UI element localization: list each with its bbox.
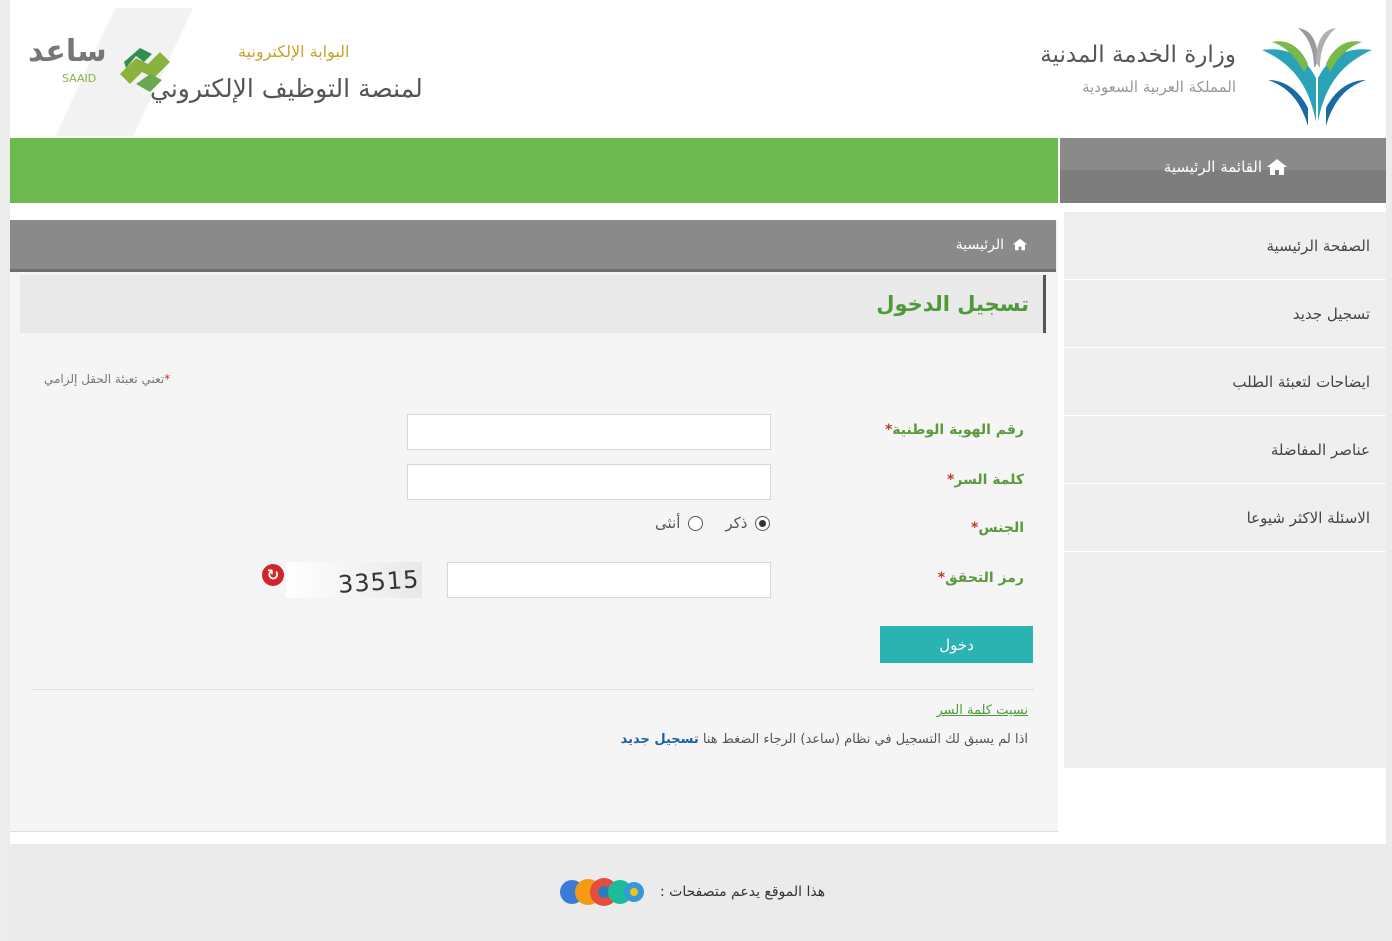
ministry-title: وزارة الخدمة المدنية [1040, 42, 1236, 68]
sidebar-item-home[interactable]: الصفحة الرئيسية [1064, 212, 1386, 280]
captcha-input[interactable] [447, 562, 771, 598]
national-id-label-text: رقم الهوية الوطنية [892, 422, 1024, 438]
gender-label-text: الجنس [978, 520, 1024, 536]
password-label-text: كلمة السر [954, 472, 1024, 488]
required-note: *تعني تعبئة الحقل إلزامي [44, 372, 170, 386]
captcha-image: 33515 [286, 562, 422, 599]
login-button[interactable]: دخول [880, 626, 1033, 663]
register-link[interactable]: تسجيل جديد [621, 732, 699, 747]
required-note-text: تعني تعبئة الحقل إلزامي [44, 372, 165, 386]
supported-browsers-text: هذا الموقع يدعم متصفحات : [660, 884, 826, 900]
ministry-palm-logo [1262, 28, 1372, 126]
register-hint: اذا لم يسبق لك التسجيل في نظام (ساعد) ال… [621, 732, 1028, 747]
saaid-arabic-wordmark: ساعد [28, 34, 107, 69]
required-asterisk: * [164, 372, 171, 386]
saaid-english-wordmark: SAAID [62, 72, 97, 85]
ministry-subtitle: المملكة العربية السعودية [1082, 78, 1236, 96]
captcha-code: 33515 [337, 565, 421, 599]
sidebar-item-instructions[interactable]: ايضاحات لتعبئة الطلب [1064, 348, 1386, 416]
forgot-password-link[interactable]: نسيت كلمة السر [937, 703, 1029, 718]
gender-female-radio[interactable] [688, 515, 704, 531]
sidebar-item-register[interactable]: تسجيل جديد [1064, 280, 1386, 348]
national-id-input[interactable] [407, 414, 771, 450]
captcha-label: رمز التحقق* [938, 570, 1024, 586]
main-menu-header-content: القائمة الرئيسية [1164, 158, 1288, 176]
site-footer: هذا الموقع يدعم متصفحات : [10, 844, 1386, 941]
portal-subtitle: البوابة الإلكترونية [238, 42, 350, 61]
sidebar-item-label: الاسئلة الاكثر شيوعا [1246, 508, 1370, 527]
divider [32, 689, 1034, 690]
main-menu-header[interactable]: القائمة الرئيسية [1060, 138, 1386, 203]
captcha-label-text: رمز التحقق [945, 570, 1024, 586]
browser-icons [560, 878, 644, 906]
gender-radio-group: ذكر أنثى [655, 514, 771, 532]
gender-male-label[interactable]: ذكر [725, 514, 747, 532]
breadcrumb: الرئيسية [10, 220, 1056, 272]
page-title-bar: تسجيل الدخول [20, 275, 1046, 333]
gender-male-radio[interactable] [755, 515, 771, 531]
site-header: ساعد SAAID البوابة الإلكترونية لمنصة الت… [10, 8, 1386, 136]
breadcrumb-home-icon[interactable] [1012, 238, 1028, 251]
breadcrumb-home-link[interactable]: الرئيسية [956, 237, 1004, 253]
gender-female-label[interactable]: أنثى [655, 514, 680, 532]
portal-title: لمنصة التوظيف الإلكتروني [150, 74, 423, 103]
password-input[interactable] [407, 464, 771, 500]
password-label: كلمة السر* [947, 472, 1024, 488]
home-icon [1267, 159, 1287, 175]
sidebar-item-label: الصفحة الرئيسية [1266, 236, 1371, 255]
sidebar-item-faq[interactable]: الاسئلة الاكثر شيوعا [1064, 484, 1386, 552]
main-menu-header-label: القائمة الرئيسية [1163, 158, 1262, 176]
login-panel: الرئيسية تسجيل الدخول *تعني تعبئة الحقل … [10, 220, 1058, 832]
register-hint-text: اذا لم يسبق لك التسجيل في نظام (ساعد) ال… [702, 732, 1028, 747]
sidebar-item-label: ايضاحات لتعبئة الطلب [1232, 372, 1370, 391]
page-title: تسجيل الدخول [876, 292, 1029, 316]
sidebar-item-label: عناصر المفاضلة [1270, 440, 1370, 459]
gender-label: الجنس* [971, 520, 1024, 536]
national-id-label: رقم الهوية الوطنية* [885, 422, 1024, 438]
green-banner [10, 138, 1058, 203]
sidebar-item-criteria[interactable]: عناصر المفاضلة [1064, 416, 1386, 484]
sidebar-menu: الصفحة الرئيسية تسجيل جديد ايضاحات لتعبئ… [1064, 212, 1386, 768]
refresh-icon[interactable]: ↻ [262, 564, 284, 586]
sidebar-item-label: تسجيل جديد [1292, 304, 1370, 323]
